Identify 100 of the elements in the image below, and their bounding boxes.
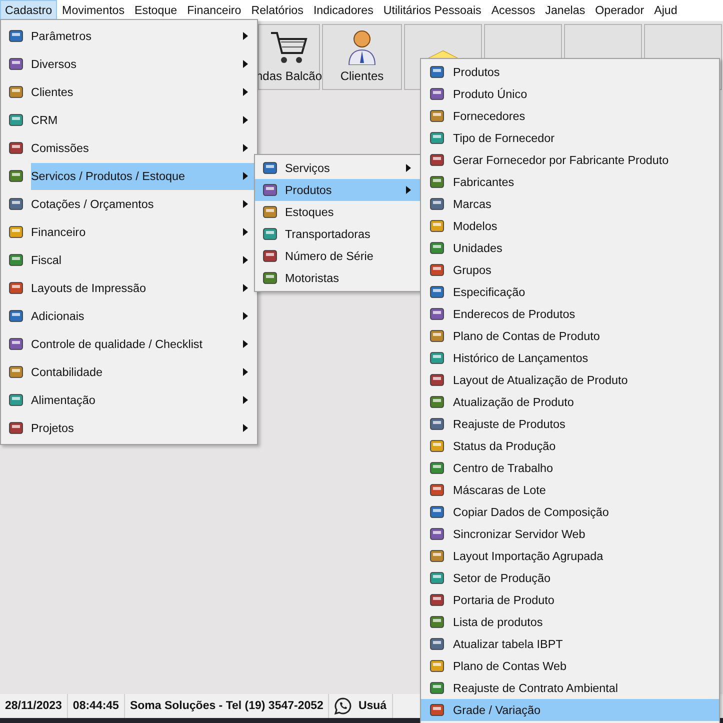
menu-title[interactable]: Operador (590, 0, 650, 21)
item-icon (429, 328, 445, 344)
menu-item[interactable]: Fornecedores (421, 105, 719, 127)
item-icon (429, 64, 445, 80)
item-icon (429, 174, 445, 190)
menu-item[interactable]: Diversos (1, 50, 257, 78)
menu-title[interactable]: Janelas (540, 0, 590, 21)
menu-item[interactable]: Transportadoras (255, 223, 420, 245)
item-icon (8, 308, 24, 324)
menu-item[interactable]: Grade / Variação (421, 699, 719, 721)
item-icon (429, 460, 445, 476)
menu-item[interactable]: Marcas (421, 193, 719, 215)
menu-title[interactable]: Acessos (486, 0, 540, 21)
menu-item[interactable]: Adicionais (1, 302, 257, 330)
menu-item[interactable]: Produtos (421, 61, 719, 83)
menu-title[interactable]: Indicadores (308, 0, 378, 21)
menu-item[interactable]: Modelos (421, 215, 719, 237)
item-icon (429, 680, 445, 696)
item-icon (8, 224, 24, 240)
menu-item[interactable]: Setor de Produção (421, 567, 719, 589)
item-icon (429, 702, 445, 718)
menu-item[interactable]: Máscaras de Lote (421, 479, 719, 501)
item-icon (262, 182, 278, 198)
item-icon (429, 636, 445, 652)
item-icon (429, 394, 445, 410)
item-icon (429, 196, 445, 212)
menu-item[interactable]: Unidades (421, 237, 719, 259)
menu-item[interactable]: Servicos / Produtos / Estoque (1, 162, 257, 190)
item-icon (429, 548, 445, 564)
menu-item[interactable]: Fiscal (1, 246, 257, 274)
toolbar-button[interactable]: Clientes (322, 24, 402, 90)
cart-icon (269, 29, 309, 65)
item-icon (262, 160, 278, 176)
menu-item[interactable]: Clientes (1, 78, 257, 106)
item-icon (262, 248, 278, 264)
menu-item[interactable]: Portaria de Produto (421, 589, 719, 611)
menu-item[interactable]: Projetos (1, 414, 257, 442)
item-icon (8, 196, 24, 212)
item-icon (429, 570, 445, 586)
menu-item[interactable]: Atualização de Produto (421, 391, 719, 413)
menu-item[interactable]: Lista de produtos (421, 611, 719, 633)
menu-title[interactable]: Movimentos (57, 0, 130, 21)
menu-item[interactable]: Copiar Dados de Composição (421, 501, 719, 523)
menu-item[interactable]: Serviços (255, 157, 420, 179)
item-icon (8, 280, 24, 296)
menu-item[interactable]: Histórico de Lançamentos (421, 347, 719, 369)
menu-item[interactable]: Reajuste de Contrato Ambiental (421, 677, 719, 699)
menu-item[interactable]: Controle de qualidade / Checklist (1, 330, 257, 358)
menu-title[interactable]: Utilitários Pessoais (378, 0, 486, 21)
menu-item[interactable]: Número de Série (255, 245, 420, 267)
item-icon (429, 416, 445, 432)
menu-title[interactable]: Ajud (649, 0, 678, 21)
item-icon (429, 482, 445, 498)
item-icon (8, 56, 24, 72)
menu-item[interactable]: Layouts de Impressão (1, 274, 257, 302)
menu-item[interactable]: Tipo de Fornecedor (421, 127, 719, 149)
item-icon (429, 152, 445, 168)
item-icon (8, 28, 24, 44)
item-icon (429, 262, 445, 278)
menu-title[interactable]: Estoque (130, 0, 182, 21)
item-icon (262, 204, 278, 220)
chat-bubble-icon (334, 697, 352, 715)
item-icon (8, 84, 24, 100)
menu-item[interactable]: Enderecos de Produtos (421, 303, 719, 325)
item-icon (429, 592, 445, 608)
menu-item[interactable]: Gerar Fornecedor por Fabricante Produto (421, 149, 719, 171)
menu-item[interactable]: Layout Importação Agrupada (421, 545, 719, 567)
menu-title[interactable]: Relatórios (246, 0, 308, 21)
menu-item[interactable]: Fabricantes (421, 171, 719, 193)
item-icon (429, 284, 445, 300)
menu-item[interactable]: Status da Produção (421, 435, 719, 457)
item-icon (429, 306, 445, 322)
menu-item[interactable]: Motoristas (255, 267, 420, 289)
menu-item[interactable]: Financeiro (1, 218, 257, 246)
item-icon (429, 504, 445, 520)
menu-item[interactable]: Produto Único (421, 83, 719, 105)
menu-title[interactable]: Financeiro (182, 0, 246, 21)
menu-item[interactable]: Sincronizar Servidor Web (421, 523, 719, 545)
menu-item[interactable]: Plano de Contas de Produto (421, 325, 719, 347)
menu-item[interactable]: Parâmetros (1, 22, 257, 50)
menu-item[interactable]: Reajuste de Produtos (421, 413, 719, 435)
menu-item[interactable]: Estoques (255, 201, 420, 223)
menu-item[interactable]: Especificação (421, 281, 719, 303)
person-icon (347, 29, 377, 65)
item-icon (429, 372, 445, 388)
menu-item[interactable]: Alimentação (1, 386, 257, 414)
menu-item[interactable]: Plano de Contas Web (421, 655, 719, 677)
menu-item[interactable]: Cotações / Orçamentos (1, 190, 257, 218)
menu-item[interactable]: Comissões (1, 134, 257, 162)
menu-item[interactable]: Layout de Atualização de Produto (421, 369, 719, 391)
menu-item[interactable]: Centro de Trabalho (421, 457, 719, 479)
menu-item[interactable]: Grupos (421, 259, 719, 281)
item-icon (8, 112, 24, 128)
menu-item[interactable]: Produtos (255, 179, 420, 201)
item-icon (429, 526, 445, 542)
menu-title[interactable]: Cadastro (0, 0, 58, 21)
menu-item[interactable]: CRM (1, 106, 257, 134)
menu-item[interactable]: Contabilidade (1, 358, 257, 386)
item-icon (429, 614, 445, 630)
menu-item[interactable]: Atualizar tabela IBPT (421, 633, 719, 655)
